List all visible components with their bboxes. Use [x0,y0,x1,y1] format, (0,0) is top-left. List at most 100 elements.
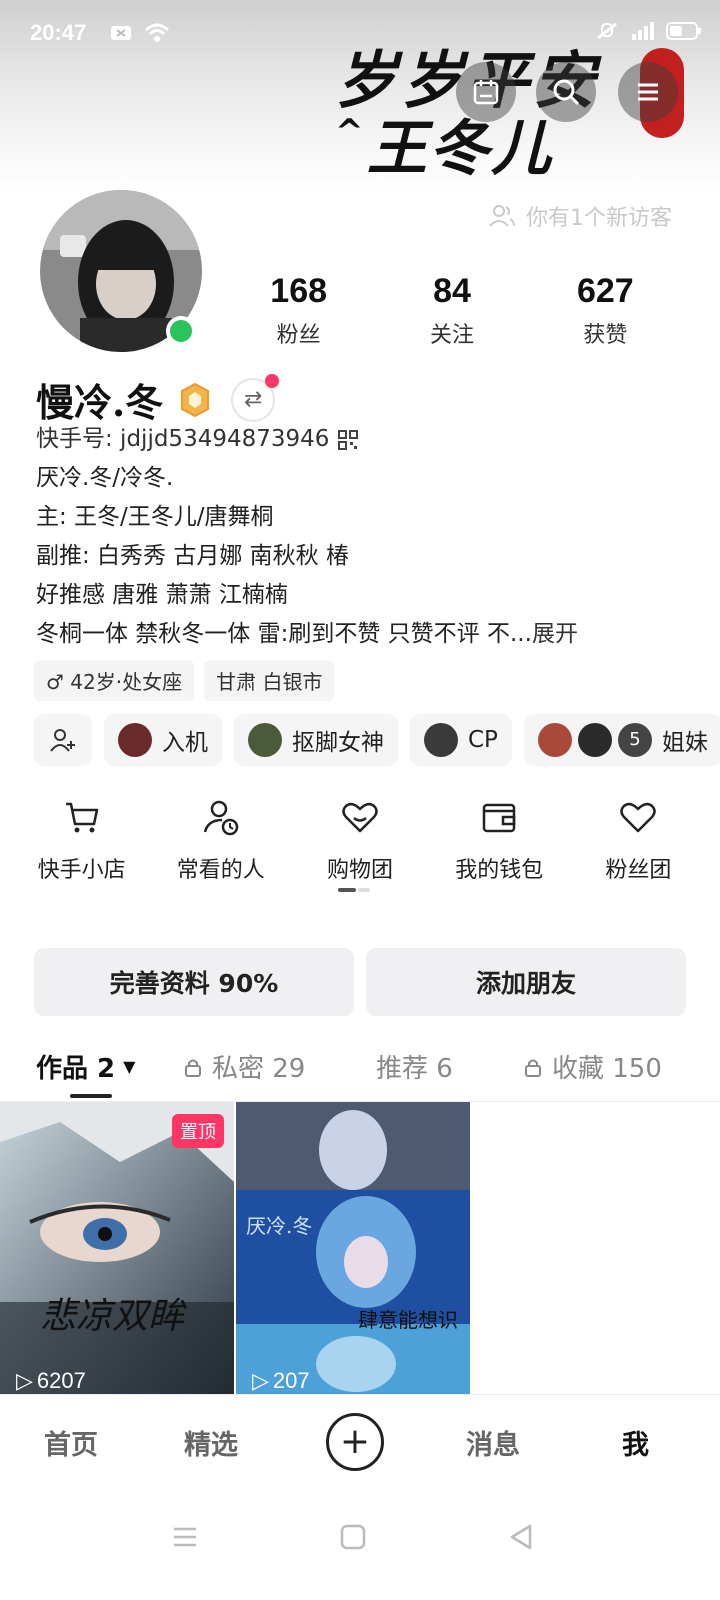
shortcut-label: 快手小店 [37,858,126,883]
bio-line: 主: 王冬/王冬儿/唐舞桐 [36,504,274,530]
switch-icon: ⇄ [244,387,263,412]
video-thumbnail[interactable]: 厌冷.冬 肆意能想识 ▷ 207 [236,1102,470,1394]
shortcut-row: 快手小店 常看的人 购物团 我的钱包 粉丝团 [0,796,720,884]
tab-recommend-label: 推荐 6 [376,1054,453,1084]
kuaishou-id: 快手号: jdjjd53494873946 [36,426,330,452]
expand-bio-link[interactable]: 展开 [532,621,578,647]
heart-icon [620,802,657,833]
tab-recommend[interactable]: 推荐 6 [376,1048,453,1085]
wallet-shortcut[interactable]: 我的钱包 [430,796,569,884]
video-overlay-text: 悲凉双眸 [40,1296,185,1337]
video-overlay-text: 厌冷.冬 [246,1214,313,1238]
shop-shortcut[interactable]: 快手小店 [12,796,151,884]
nav-home[interactable]: 首页 [44,1423,98,1462]
profile-actions: 完善资料 90% 添加朋友 [34,948,686,1016]
recent-apps-icon[interactable] [168,1520,202,1554]
complete-profile-button[interactable]: 完善资料 90% [34,948,354,1016]
shortcut-page-indicator [338,888,370,892]
system-navigation-bar [0,1490,720,1600]
bio-line: 厌冷.冬/冷冬. [36,465,174,491]
shortcut-label: 我的钱包 [455,858,544,883]
bio-line: 副推: 白秀秀 古月娜 南秋秋 椿 [36,543,349,569]
gender-age-tag: ♂ 42岁·处女座 [34,660,195,701]
add-friend-icon [50,729,75,752]
group-avatar [424,723,458,757]
kuaishou-id-row[interactable]: 快手号: jdjjd53494873946 [36,420,696,459]
tab-works[interactable]: 作品 2 ▼ [36,1048,135,1085]
shortcut-label: 常看的人 [176,858,265,883]
group-chip[interactable]: 5 姐妹 [523,714,720,766]
tab-private-label: 私密 29 [212,1054,306,1084]
notification-icon [111,26,131,40]
shortcut-label: 粉丝团 [605,858,672,883]
create-post-button[interactable]: + [326,1413,384,1471]
video-cover-image [236,1102,470,1394]
likes-label: 获赞 [583,323,628,348]
location-tag: 甘肃 白银市 [204,660,335,701]
banner-subtitle: 王冬儿 [367,114,553,184]
calendar-button[interactable] [456,62,516,122]
menu-icon [638,83,658,101]
group-chip[interactable]: 入机 [104,714,222,766]
person-clock-icon [203,800,239,836]
visitor-text: 你有1个新访客 [526,206,672,231]
following-stat[interactable]: 84 关注 [375,272,528,349]
play-icon: ▷ [252,1368,269,1393]
group-chip-label: 入机 [162,730,208,756]
home-icon[interactable] [336,1520,370,1554]
new-visitor-link[interactable]: 你有1个新访客 [488,200,672,232]
add-friend-button[interactable]: 添加朋友 [366,948,686,1016]
likes-stat[interactable]: 627 获赞 [529,272,682,349]
tab-private[interactable]: 私密 29 [182,1048,305,1085]
play-icon: ▷ [16,1368,33,1393]
play-count-value: 6207 [36,1368,86,1393]
active-tab-indicator [70,1094,112,1098]
heart-group-icon [342,802,378,833]
followers-count: 168 [270,272,328,310]
add-friend-chip[interactable] [34,714,92,766]
visitors-icon [489,205,515,227]
shortcut-label: 购物团 [327,858,394,883]
back-icon[interactable] [504,1520,538,1554]
play-count: ▷ 207 [252,1368,310,1394]
video-thumbnail[interactable]: 悲凉双眸 置顶 ▷ 6207 [0,1102,234,1394]
qr-code-icon[interactable] [337,429,359,451]
calendar-icon [473,80,499,105]
wifi-icon [144,23,170,42]
nav-featured[interactable]: 精选 [184,1423,238,1462]
video-grid: 悲凉双眸 置顶 ▷ 6207 厌冷.冬 肆意能想识 ▷ 207 [0,1102,720,1394]
profile-bio: 快手号: jdjjd53494873946 厌冷.冬/冷冬. 主: 王冬/王冬儿… [36,420,696,654]
nav-messages[interactable]: 消息 [466,1423,520,1462]
group-chip[interactable]: CP [410,714,512,766]
wallet-icon [482,803,516,833]
medal-badge-icon[interactable] [177,382,213,418]
tab-favorites[interactable]: 收藏 150 [522,1048,662,1085]
followers-stat[interactable]: 168 粉丝 [222,272,375,349]
fan-club-shortcut[interactable]: 粉丝团 [569,796,708,884]
tab-favorites-label: 收藏 150 [552,1054,662,1084]
cart-icon [65,802,98,833]
group-avatar [537,723,572,757]
frequently-viewed-shortcut[interactable]: 常看的人 [151,796,290,884]
plus-icon: + [339,1421,371,1462]
play-count-value: 207 [272,1368,310,1393]
group-chips: 入机 抠脚女神 CP 5 姐妹 [34,714,720,766]
nav-me[interactable]: 我 [622,1423,649,1462]
bio-line-text: 冬桐一体 禁秋冬一体 雷:刷到不赞 只赞不评 不... [36,621,532,647]
nickname: 慢冷.冬 [36,380,164,425]
group-chip[interactable]: 抠脚女神 [234,714,398,766]
bio-line-last: 冬桐一体 禁秋冬一体 雷:刷到不赞 只赞不评 不...展开 [36,615,696,654]
group-chip-label: CP [468,727,498,753]
shopping-group-shortcut[interactable]: 购物团 [290,796,429,884]
lock-icon [185,1059,201,1077]
group-chip-label: 姐妹 [661,730,708,756]
bottom-navigation: 首页 精选 + 消息 我 [0,1394,720,1490]
status-time: 20:47 [30,20,87,45]
search-button[interactable] [536,62,596,122]
group-avatar [248,723,282,757]
pinned-badge: 置顶 [172,1114,224,1148]
menu-button[interactable] [618,62,678,122]
nickname-row: 慢冷.冬 ⇄ [36,372,280,427]
switch-account-button[interactable]: ⇄ [231,373,280,422]
lock-icon [525,1059,541,1077]
